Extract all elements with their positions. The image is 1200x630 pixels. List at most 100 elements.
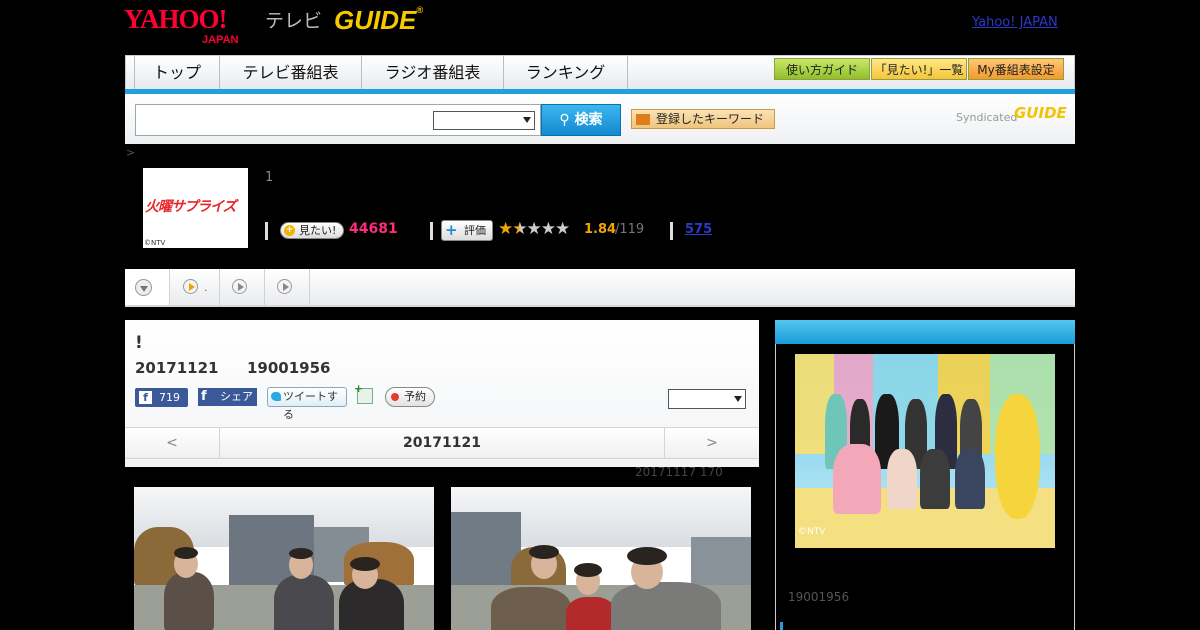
sidebar-program-photo[interactable]: ©NTV (795, 354, 1055, 548)
star-icon: ★ (526, 219, 542, 239)
tv-label: テレビ (265, 10, 323, 32)
divider (430, 222, 433, 240)
photo-person (955, 449, 985, 509)
tab-ranking[interactable]: ランキング (504, 56, 628, 90)
episode-number: 1 (265, 170, 274, 185)
rating-value: 1.84 (584, 222, 617, 237)
yahoo-japan-logo[interactable]: YAHOO! JAPAN (124, 6, 238, 47)
thumbnail-copyright: ©NTV (144, 239, 166, 247)
chevron-down-icon (523, 117, 531, 123)
facebook-share-button[interactable]: f シェア (198, 388, 257, 406)
watchlist-button[interactable]: 「見たい!」一覧 (871, 58, 967, 80)
photo-hair (174, 547, 198, 559)
like-count: 719 (159, 391, 180, 404)
saved-keywords-label: 登録したキーワード (656, 112, 765, 126)
play-icon (183, 279, 198, 294)
photo-person (274, 575, 334, 630)
review-count-link[interactable]: 575 (685, 222, 712, 237)
sidebar-episode-id: 19001956 (788, 590, 850, 604)
syndicated-gguide-logo: GUIDE (1014, 104, 1067, 122)
facebook-icon: f (201, 389, 207, 404)
prev-episode-button[interactable]: < (125, 428, 220, 458)
photo-hair (627, 547, 667, 565)
want-to-watch-button[interactable]: + 見たい! (280, 222, 344, 239)
photo-hair (574, 563, 602, 577)
program-thumbnail: 火曜サプライズ ©NTV (143, 168, 248, 248)
photo-hair (350, 557, 380, 571)
photo-hair (289, 548, 313, 559)
episode-title: ! (135, 333, 143, 353)
subtab-3[interactable] (265, 269, 310, 305)
my-schedule-settings-button[interactable]: My番組表設定 (968, 58, 1064, 80)
plus-icon: + (445, 221, 458, 239)
rating-count: /119 (615, 222, 645, 237)
tweet-label: ツイートする (283, 390, 338, 421)
search-bar: ⚲ 検索 登録したキーワード Syndicated GUIDE (125, 94, 1075, 144)
reg-mark: ® (416, 5, 423, 15)
subtab-2[interactable] (220, 269, 265, 305)
sidebar-photo-copyright: ©NTV (798, 527, 826, 537)
tweet-button[interactable]: ツイートする (267, 387, 347, 421)
program-subtabs: . (125, 269, 1075, 307)
subtab-dot: . (204, 281, 208, 294)
reserve-label: 予約 (404, 390, 426, 403)
reserve-recording-button[interactable]: 予約 (385, 387, 435, 407)
search-button-label: 検索 (574, 112, 603, 128)
episode-photo-2[interactable] (451, 487, 751, 630)
main-nav: トップ テレビ番組表 ラジオ番組表 ランキング 使い方ガイド 「見たい!」一覧 … (125, 55, 1075, 91)
want-to-watch-label: 見たい! (299, 224, 337, 237)
program-logo-text: 火曜サプライズ (145, 199, 237, 215)
plus-icon: + (284, 225, 295, 236)
syndicated-label: Syndicated (956, 111, 1018, 124)
chevron-down-icon (135, 279, 152, 296)
episode-photo-1[interactable] (134, 487, 434, 630)
subtab-video[interactable]: . (170, 269, 220, 305)
breadcrumb[interactable]: > (126, 146, 135, 159)
facebook-like-button[interactable]: f 719 (135, 388, 188, 407)
episode-id: 19001956 (247, 359, 331, 377)
twitter-bird-icon (271, 392, 281, 401)
sidebar-header (775, 320, 1075, 344)
chevron-down-icon (734, 396, 742, 402)
gguide-logo-text: GUIDE (334, 5, 417, 35)
play-icon (232, 279, 247, 294)
photo-person (887, 449, 917, 509)
yahoo-japan-link[interactable]: Yahoo! JAPAN (972, 15, 1058, 30)
episode-date-nav: < 20171121 > (125, 427, 759, 459)
photo-person (920, 449, 950, 509)
facebook-icon: f (139, 391, 152, 404)
search-category-select[interactable] (433, 111, 535, 130)
rate-button[interactable]: + 評価 (441, 220, 493, 241)
subtab-episodes[interactable] (125, 269, 170, 305)
search-icon: ⚲ (559, 112, 575, 128)
photo-person (164, 572, 214, 630)
add-clip-icon[interactable] (354, 382, 373, 404)
current-episode-date: 20171121 (403, 435, 481, 451)
star-icon: ★ (555, 219, 570, 239)
photo-person (566, 597, 616, 630)
tab-tv-schedule[interactable]: テレビ番組表 (220, 56, 362, 90)
yahoo-logo-sub: JAPAN (202, 34, 239, 46)
photo-person (833, 444, 881, 514)
episode-select[interactable] (668, 389, 746, 409)
usage-guide-button[interactable]: 使い方ガイド (774, 58, 870, 80)
photo-person (611, 582, 721, 630)
episode-panel: ! 20171121 19001956 f 719 f シェア ツイートする 予… (125, 320, 759, 467)
record-dot-icon (391, 393, 399, 401)
gguide-logo[interactable]: GUIDE® (334, 5, 423, 36)
play-icon (277, 279, 292, 294)
tab-top[interactable]: トップ (134, 56, 220, 90)
star-icon: ★ (498, 219, 513, 239)
sidebar-accent-line (780, 622, 783, 630)
episode-date: 20171121 (135, 359, 219, 377)
divider (670, 222, 673, 240)
next-episode-button[interactable]: > (664, 428, 759, 458)
photo-hair (529, 545, 559, 559)
tab-radio-schedule[interactable]: ラジオ番組表 (362, 56, 504, 90)
search-button[interactable]: ⚲ 検索 (541, 104, 621, 136)
photo-person (491, 587, 571, 630)
saved-keywords-button[interactable]: 登録したキーワード (631, 109, 775, 129)
rate-label: 評価 (464, 224, 486, 237)
share-label: シェア (220, 390, 253, 403)
star-half-icon: ★ (512, 219, 527, 239)
